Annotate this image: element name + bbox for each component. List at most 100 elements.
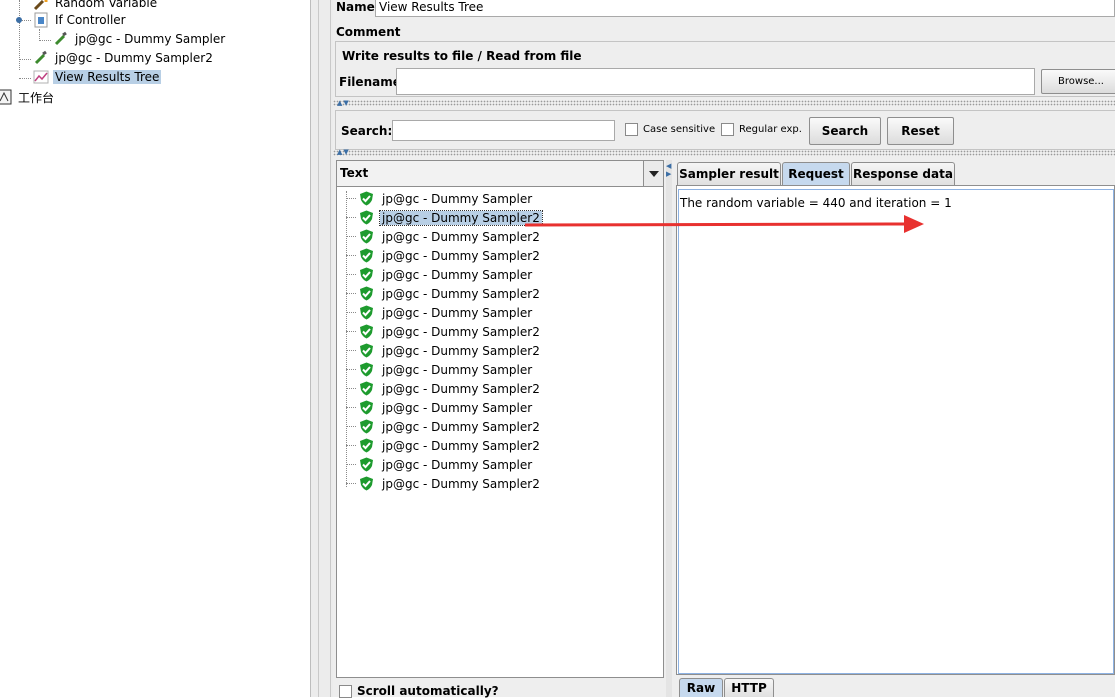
- split-pane-divider[interactable]: [310, 0, 333, 697]
- success-shield-icon: [359, 362, 374, 377]
- result-item[interactable]: jp@gc - Dummy Sampler2: [346, 227, 542, 246]
- results-tree: Text jp@gc - Dummy Sampler jp@gc - Dummy …: [336, 160, 664, 678]
- tree-expand-handle[interactable]: [16, 17, 22, 23]
- result-item[interactable]: jp@gc - Dummy Sampler: [346, 455, 534, 474]
- name-input-value: View Results Tree: [379, 0, 484, 14]
- collapse-arrows-icon[interactable]: ▲▼: [337, 148, 350, 156]
- tree-connector: [346, 407, 356, 408]
- success-shield-icon: [359, 210, 374, 225]
- result-item-label: jp@gc - Dummy Sampler2: [382, 476, 540, 491]
- results-split-divider[interactable]: ◀ ▶: [666, 160, 672, 697]
- result-item[interactable]: jp@gc - Dummy Sampler2: [346, 417, 542, 436]
- reset-button[interactable]: Reset: [887, 117, 954, 145]
- checkbox-box: [339, 684, 352, 698]
- divider-line: [330, 0, 331, 697]
- tree-item-dummy-sampler2[interactable]: jp@gc - Dummy Sampler2: [33, 49, 215, 67]
- regular-exp-checkbox[interactable]: Regular exp.: [721, 123, 802, 136]
- workbench-icon: [0, 89, 12, 105]
- success-shield-icon: [359, 457, 374, 472]
- tab-request[interactable]: Request: [782, 162, 850, 185]
- tree-connector: [346, 274, 356, 275]
- tree-connector: [346, 217, 356, 218]
- browse-button[interactable]: Browse...: [1041, 69, 1115, 94]
- case-sensitive-label: Case sensitive: [643, 124, 716, 135]
- success-shield-icon: [359, 476, 374, 491]
- separator: [333, 150, 1115, 156]
- result-item-label: jp@gc - Dummy Sampler: [382, 400, 533, 415]
- name-input[interactable]: View Results Tree: [375, 0, 1115, 17]
- result-item[interactable]: jp@gc - Dummy Sampler2: [346, 322, 542, 341]
- collapse-arrows-icon[interactable]: ◀ ▶: [666, 162, 671, 178]
- file-section-title: Write results to file / Read from file: [342, 49, 582, 63]
- tree-connector: [346, 255, 356, 256]
- tree-connector: [346, 198, 356, 199]
- tree-item-if-controller[interactable]: If Controller: [33, 11, 128, 29]
- success-shield-icon: [359, 286, 374, 301]
- success-shield-icon: [359, 229, 374, 244]
- tree-connector: [346, 388, 356, 389]
- success-shield-icon: [359, 248, 374, 263]
- tab-http[interactable]: HTTP: [724, 678, 774, 697]
- checkbox-box: [625, 123, 638, 136]
- test-plan-tree: Random Variable If Controller jp@gc - Du…: [0, 0, 310, 697]
- result-item-label: jp@gc - Dummy Sampler2: [382, 438, 540, 453]
- search-label: Search:: [341, 124, 393, 138]
- regular-exp-label: Regular exp.: [739, 124, 802, 135]
- success-shield-icon: [359, 438, 374, 453]
- scroll-automatically-label: Scroll automatically?: [357, 684, 499, 698]
- search-input[interactable]: [392, 120, 615, 141]
- result-item[interactable]: jp@gc - Dummy Sampler2: [346, 341, 542, 360]
- result-item[interactable]: jp@gc - Dummy Sampler2: [346, 246, 542, 265]
- request-text-panel: The random variable = 440 and iteration …: [678, 189, 1114, 674]
- separator: [333, 100, 1115, 106]
- result-item-label: jp@gc - Dummy Sampler2: [382, 248, 540, 263]
- collapse-arrows-icon[interactable]: ▲▼: [337, 99, 350, 107]
- tree-item-dummy-sampler[interactable]: jp@gc - Dummy Sampler: [53, 30, 227, 48]
- tree-connector: [346, 350, 356, 351]
- result-item[interactable]: jp@gc - Dummy Sampler2: [346, 284, 542, 303]
- result-item-label: jp@gc - Dummy Sampler2: [382, 381, 540, 396]
- result-item-label: jp@gc - Dummy Sampler2: [382, 343, 540, 358]
- request-content-area[interactable]: The random variable = 440 and iteration …: [676, 185, 1115, 675]
- scroll-automatically-checkbox[interactable]: Scroll automatically?: [339, 684, 499, 698]
- tree-connector: [346, 369, 356, 370]
- result-item[interactable]: jp@gc - Dummy Sampler: [346, 360, 534, 379]
- tree-connector: [19, 59, 31, 60]
- result-item-label: jp@gc - Dummy Sampler: [382, 362, 533, 377]
- results-renderer-select[interactable]: Text: [337, 161, 663, 187]
- success-shield-icon: [359, 400, 374, 415]
- case-sensitive-checkbox[interactable]: Case sensitive: [625, 123, 715, 136]
- tree-connector: [39, 40, 51, 41]
- tab-sampler-result[interactable]: Sampler result: [677, 162, 781, 185]
- result-item[interactable]: jp@gc - Dummy Sampler2: [346, 474, 542, 493]
- result-item-label: jp@gc - Dummy Sampler2: [379, 209, 543, 226]
- tree-connector: [346, 293, 356, 294]
- result-item-label: jp@gc - Dummy Sampler: [382, 305, 533, 320]
- tree-connector: [346, 483, 356, 484]
- result-item[interactable]: jp@gc - Dummy Sampler: [346, 303, 534, 322]
- name-label: Name:: [336, 0, 380, 14]
- tree-connector: [346, 445, 356, 446]
- result-item[interactable]: jp@gc - Dummy Sampler: [346, 398, 534, 417]
- tree-item-workbench[interactable]: 工作台: [0, 88, 56, 106]
- result-item[interactable]: jp@gc - Dummy Sampler2: [346, 379, 542, 398]
- result-item[interactable]: jp@gc - Dummy Sampler: [346, 265, 534, 284]
- tree-item-view-results-tree[interactable]: View Results Tree: [33, 68, 162, 86]
- controller-icon: [33, 12, 49, 28]
- tree-connector: [346, 236, 356, 237]
- filename-input[interactable]: [396, 68, 1035, 95]
- search-button[interactable]: Search: [809, 117, 881, 145]
- chevron-down-icon[interactable]: [643, 161, 663, 186]
- result-item[interactable]: jp@gc - Dummy Sampler: [346, 189, 534, 208]
- result-item[interactable]: jp@gc - Dummy Sampler2: [346, 208, 543, 227]
- tree-connector: [346, 312, 356, 313]
- success-shield-icon: [359, 191, 374, 206]
- filename-label: Filename: [339, 75, 401, 89]
- tab-response-data[interactable]: Response data: [851, 162, 955, 185]
- tab-raw[interactable]: Raw: [679, 678, 723, 697]
- result-item[interactable]: jp@gc - Dummy Sampler2: [346, 436, 542, 455]
- result-item-label: jp@gc - Dummy Sampler2: [382, 286, 540, 301]
- tree-connector: [19, 78, 31, 79]
- comments-input[interactable]: [401, 22, 1115, 42]
- pipette-icon: [53, 31, 69, 47]
